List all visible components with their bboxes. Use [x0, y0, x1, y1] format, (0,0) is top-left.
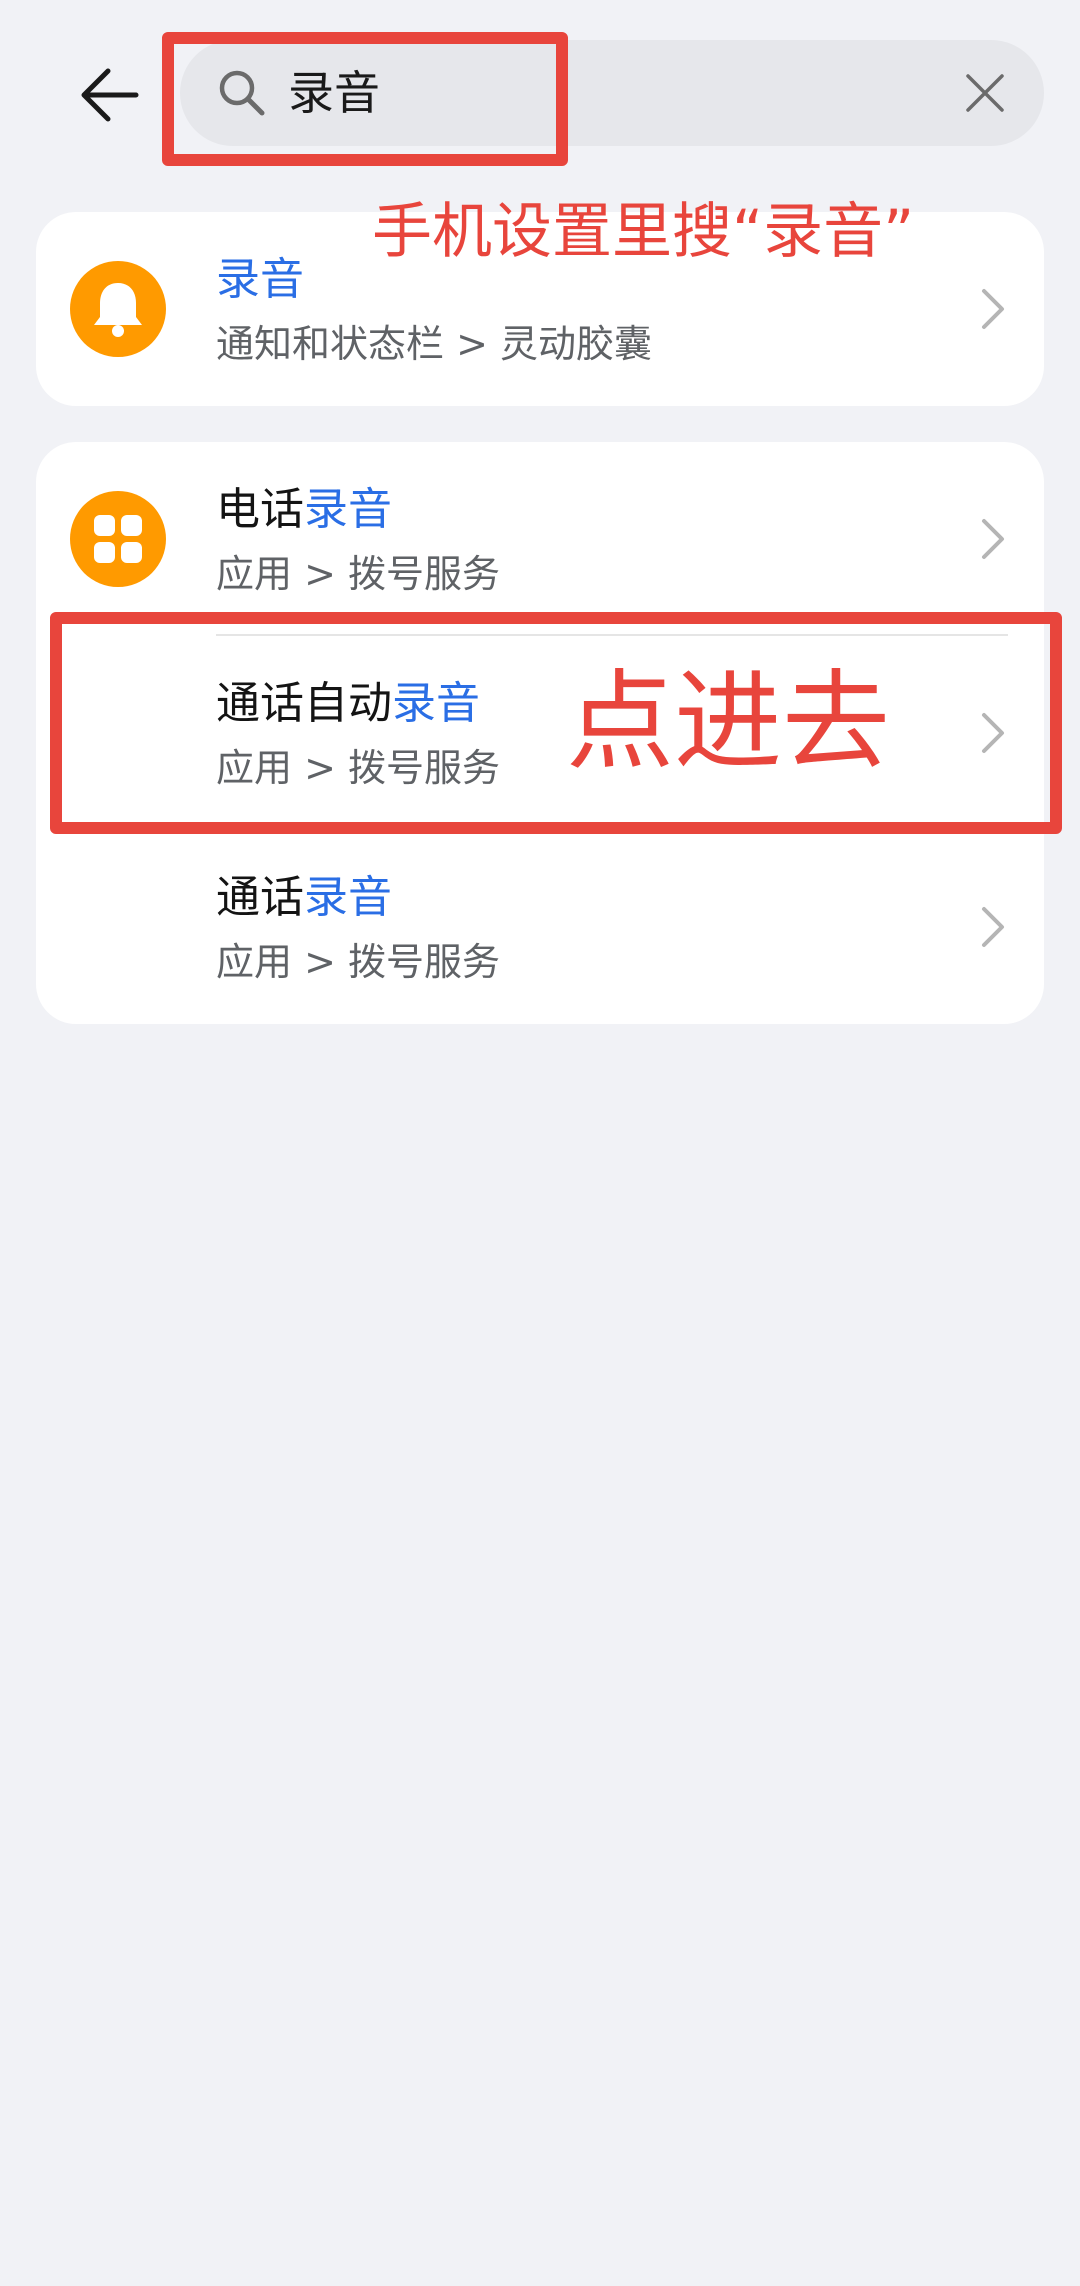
- annotation-search-hint: 手机设置里搜“录音”: [372, 197, 915, 267]
- chevron-right-icon: [982, 519, 1004, 559]
- back-button[interactable]: [70, 55, 150, 135]
- annotation-box-search: [162, 32, 568, 166]
- arrow-left-icon: [81, 68, 139, 122]
- result-title: 电话录音: [216, 484, 392, 535]
- apps-grid-icon: [70, 491, 166, 587]
- annotation-tap-hint: 点进去: [566, 660, 891, 785]
- result-title: 录音: [216, 254, 304, 305]
- result-title: 通话录音: [216, 872, 392, 923]
- result-subtitle: 应用 > 拨号服务: [216, 552, 500, 596]
- chevron-right-icon: [982, 289, 1004, 329]
- close-icon[interactable]: [962, 70, 1008, 116]
- result-subtitle: 应用 > 拨号服务: [216, 940, 500, 984]
- result-subtitle: 通知和状态栏 > 灵动胶囊: [216, 322, 652, 366]
- chevron-right-icon: [982, 907, 1004, 947]
- result-item-call-recording[interactable]: 通话录音 应用 > 拨号服务: [36, 830, 1044, 1024]
- result-item-phone-recording[interactable]: 电话录音 应用 > 拨号服务: [36, 442, 1044, 636]
- bell-icon: [70, 261, 166, 357]
- annotation-box-tap: [50, 612, 1062, 834]
